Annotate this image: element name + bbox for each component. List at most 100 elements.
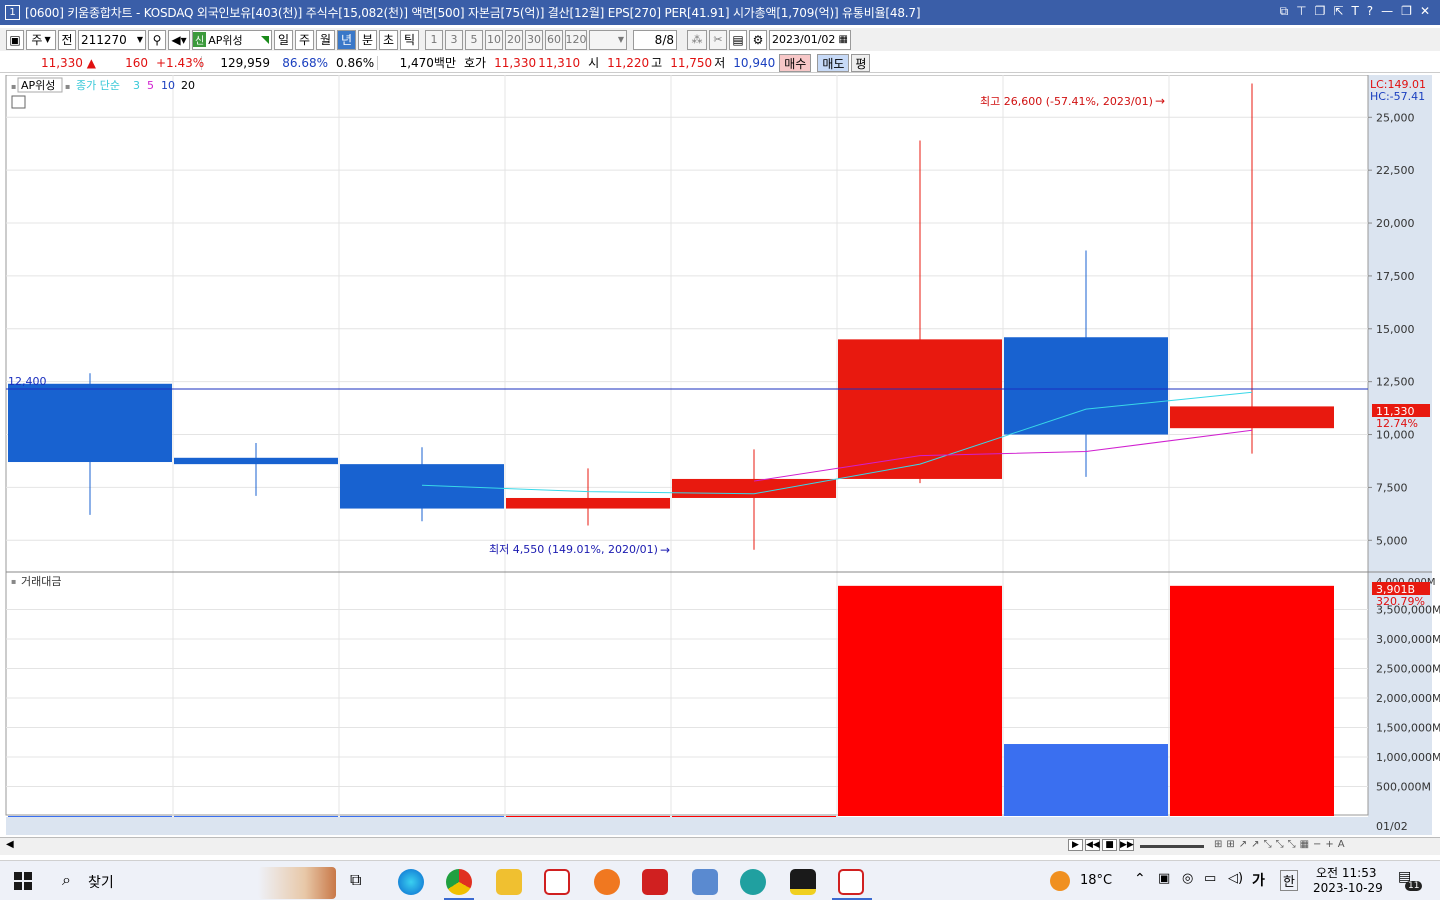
sticky-notes-icon[interactable] xyxy=(790,869,816,895)
interval-20[interactable]: 20 xyxy=(505,29,523,50)
chevron-up-icon[interactable]: ⌃ xyxy=(1134,871,1146,887)
period-minute[interactable]: 분 xyxy=(358,29,377,50)
zoom-out-icon[interactable]: − xyxy=(1313,839,1321,850)
trade-amount: 1,470백만 xyxy=(399,56,456,70)
network-icon[interactable]: ▭ xyxy=(1204,871,1216,886)
stock-name-field[interactable]: 신 AP위성 xyxy=(192,29,272,50)
app2-icon[interactable] xyxy=(740,869,766,895)
speaker-icon[interactable]: ◀▾ xyxy=(168,29,190,50)
period-month[interactable]: 월 xyxy=(316,29,335,50)
windows-start-icon[interactable] xyxy=(14,872,32,890)
period-day[interactable]: 일 xyxy=(274,29,293,50)
tile-icon[interactable]: ❐ xyxy=(1315,4,1326,19)
search-highlight-image[interactable] xyxy=(258,867,336,899)
crosshair-icon[interactable]: ✂ xyxy=(709,29,727,50)
kiwoom-icon[interactable] xyxy=(544,869,570,895)
volume-tick-label: 1,500,000M xyxy=(1376,722,1440,735)
weather-icon[interactable] xyxy=(1050,871,1070,891)
gear-icon[interactable]: ⚙ xyxy=(749,29,767,50)
volume-icon[interactable]: ◁) xyxy=(1228,871,1243,886)
prev-button[interactable]: 전 xyxy=(58,29,76,50)
trend-icon[interactable]: ↗ xyxy=(1251,839,1259,850)
chart-area[interactable]: 2016201720182019202020212022202325,00022… xyxy=(0,74,1440,835)
clock-time[interactable]: 오전 11:53 xyxy=(1316,864,1376,881)
camera-icon[interactable]: ◎ xyxy=(1182,871,1193,886)
interval-3[interactable]: 3 xyxy=(445,29,463,50)
play-icon[interactable]: ▶ xyxy=(1068,839,1083,851)
grid-table-icon[interactable] xyxy=(11,95,26,109)
interval-60[interactable]: 60 xyxy=(545,29,563,50)
ime-lang[interactable]: 한 xyxy=(1280,870,1298,891)
restore-button[interactable]: ❐ xyxy=(1401,4,1412,19)
shrink-icon[interactable]: ⤡ xyxy=(1264,839,1272,850)
interval-1[interactable]: 1 xyxy=(425,29,443,50)
split-icon[interactable]: ⊞ xyxy=(1226,839,1234,850)
period-second[interactable]: 초 xyxy=(379,29,398,50)
link-icon[interactable]: ⧉ xyxy=(1280,4,1289,19)
zoom-in-icon[interactable]: + xyxy=(1325,839,1333,850)
search-icon[interactable]: ⚲ xyxy=(148,29,166,50)
period-week[interactable]: 주 xyxy=(295,29,314,50)
interval-5[interactable]: 5 xyxy=(465,29,483,50)
up-arrow-icon: ▲ xyxy=(86,55,96,70)
price-tick-label: 25,000 xyxy=(1376,111,1415,124)
split-icon[interactable]: ⊞ xyxy=(1214,839,1222,850)
buy-button[interactable]: 매수 xyxy=(779,53,812,72)
interval-120[interactable]: 120 xyxy=(565,29,587,50)
interval-30[interactable]: 30 xyxy=(525,29,543,50)
app-tray-icon[interactable]: ▣ xyxy=(1158,871,1170,886)
price-tick-label: 20,000 xyxy=(1376,217,1415,230)
auto-icon[interactable]: A xyxy=(1338,839,1345,850)
interval-10[interactable]: 10 xyxy=(485,29,503,50)
taskbar-search-label[interactable]: 찾기 xyxy=(88,872,114,892)
zoom-slider[interactable] xyxy=(1140,845,1204,848)
help-icon[interactable]: ? xyxy=(1367,4,1373,19)
plot-frame xyxy=(5,74,1369,816)
minimize-button[interactable]: — xyxy=(1381,4,1393,19)
app-icon[interactable] xyxy=(642,869,668,895)
share-icon[interactable]: ⇱ xyxy=(1333,4,1343,19)
grid-icon[interactable]: ▦ xyxy=(1300,839,1309,850)
kakao-icon[interactable] xyxy=(594,869,620,895)
forward-icon[interactable]: ▶▶ xyxy=(1119,839,1134,851)
chart-scrollbar[interactable]: ◀ ▶ ◀◀ ■ ▶▶ ⊞ ⊞ ↗ ↗ ⤡ ⤡ ⤡ ▦ − + A xyxy=(0,837,1440,855)
kiwoom-active-icon[interactable] xyxy=(838,869,864,895)
sell-button[interactable]: 매도 xyxy=(817,53,850,72)
average-button[interactable]: 평 xyxy=(851,53,871,72)
count-input[interactable]: 8/8 xyxy=(633,29,677,50)
layout-icon[interactable]: ▣ xyxy=(6,29,24,50)
interval-custom-select[interactable]: ▼ xyxy=(589,29,627,50)
stop-icon[interactable]: ■ xyxy=(1102,839,1117,851)
search-icon[interactable]: ⌕ xyxy=(62,870,71,890)
stock-code-input[interactable]: 211270 ▼ xyxy=(78,29,146,50)
date-input[interactable]: 2023/01/02 ▦ xyxy=(769,29,851,50)
period-tick[interactable]: 틱 xyxy=(400,29,419,50)
save-icon[interactable]: ▤ xyxy=(729,29,747,50)
clock-date[interactable]: 2023-10-29 xyxy=(1313,881,1383,895)
chart-tool-icon[interactable]: ⁂ xyxy=(687,29,707,50)
task-view-icon[interactable]: ⧉ xyxy=(350,870,361,890)
bid2-value: 11,310 xyxy=(538,55,581,70)
edge-icon[interactable] xyxy=(398,869,424,895)
trend-icon[interactable]: ↗ xyxy=(1239,839,1247,850)
last-date-label: 01/02 xyxy=(1376,820,1408,833)
window-title: [0600] 키움종합차트 - KOSDAQ 외국인보유[403(천)] 주식수… xyxy=(25,6,921,20)
rewind-icon[interactable]: ◀◀ xyxy=(1085,839,1100,851)
close-button[interactable]: ✕ xyxy=(1420,4,1430,19)
legend-ma-5: 5 xyxy=(147,79,154,92)
ime-mode[interactable]: 가 xyxy=(1252,870,1265,890)
pin-icon[interactable]: ⊤ xyxy=(1296,4,1306,19)
legend-ma-label: 종가 단순 xyxy=(76,79,120,92)
calculator-icon[interactable] xyxy=(692,869,718,895)
scroll-left-icon[interactable]: ◀ xyxy=(6,839,14,850)
chrome-icon[interactable] xyxy=(446,869,472,895)
candlestick-chart[interactable]: 2016201720182019202020212022202325,00022… xyxy=(0,74,1440,835)
price-tick-label: 22,500 xyxy=(1376,164,1415,177)
period-year[interactable]: 년 xyxy=(337,29,356,50)
font-icon[interactable]: T xyxy=(1351,4,1358,19)
shrink-icon[interactable]: ⤡ xyxy=(1276,839,1284,850)
shrink-icon[interactable]: ⤡ xyxy=(1288,839,1296,850)
weather-temp[interactable]: 18°C xyxy=(1080,873,1112,888)
type-select[interactable]: 주 ▼ xyxy=(26,29,56,50)
file-explorer-icon[interactable] xyxy=(496,869,522,895)
